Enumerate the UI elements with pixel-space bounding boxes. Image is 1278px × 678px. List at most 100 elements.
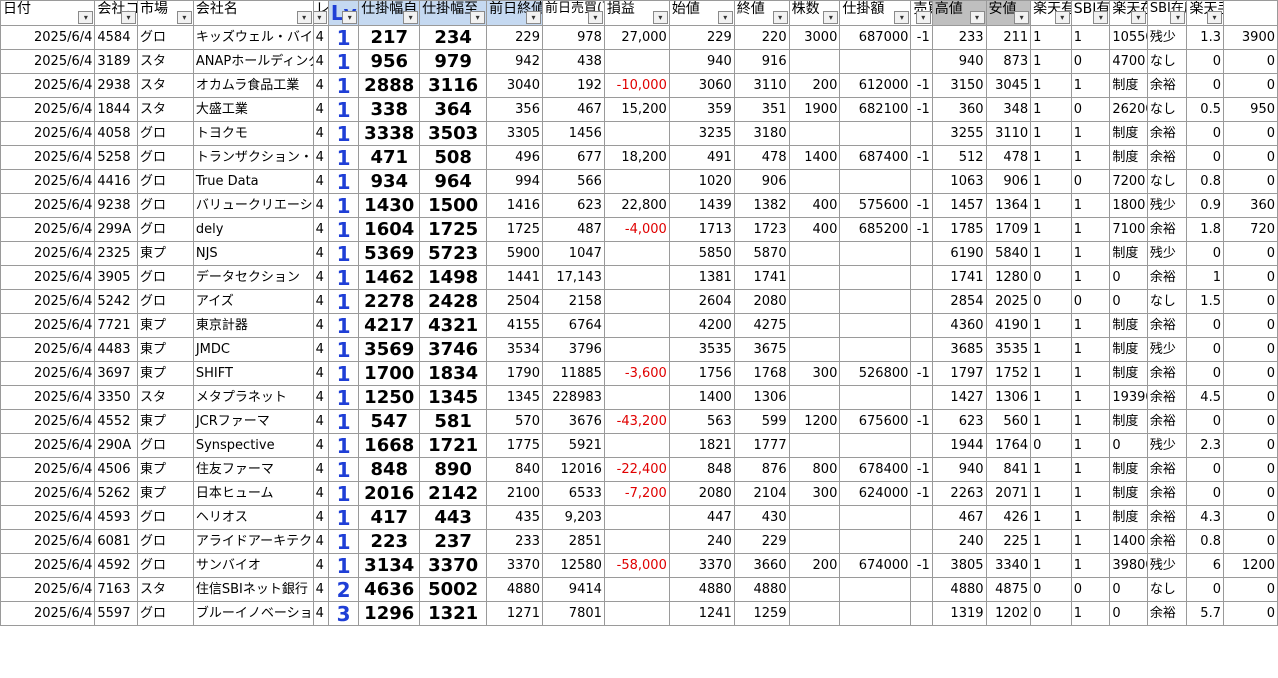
cell-prevvol[interactable]: 978: [541, 25, 605, 50]
cell-rakuten[interactable]: 1: [1030, 553, 1072, 578]
cell-prevvol[interactable]: 17,143: [541, 265, 605, 290]
cell-pl[interactable]: [603, 529, 670, 554]
cell-prevvol[interactable]: 7801: [541, 601, 605, 626]
cell-lv[interactable]: 1: [327, 25, 360, 50]
filter-dropdown-icon[interactable]: ▾: [1170, 11, 1186, 24]
column-header-prevclose[interactable]: 前日終値 ▾: [486, 0, 543, 26]
cell-side[interactable]: [910, 337, 933, 362]
cell-fee2[interactable]: 0: [1222, 121, 1278, 146]
cell-sbi[interactable]: 1: [1070, 409, 1111, 434]
cell-name[interactable]: オカムラ食品工業: [192, 73, 314, 98]
cell-code[interactable]: 4593: [94, 505, 139, 530]
cell-open[interactable]: 2080: [668, 481, 735, 506]
cell-side[interactable]: [910, 313, 933, 338]
cell-name[interactable]: メタプラネット: [192, 385, 314, 410]
cell-sbi[interactable]: 1: [1070, 193, 1111, 218]
cell-date[interactable]: 2025/6/4: [0, 145, 96, 170]
cell-sbi[interactable]: 1: [1070, 529, 1111, 554]
column-header-code[interactable]: 会社コード▾: [94, 0, 139, 26]
cell-high[interactable]: 1457: [931, 193, 987, 218]
cell-sbi[interactable]: 1: [1070, 313, 1111, 338]
cell-sstock[interactable]: なし: [1146, 97, 1188, 122]
cell-market[interactable]: スタ: [137, 73, 194, 98]
cell-sstock[interactable]: 余裕: [1146, 529, 1188, 554]
cell-code[interactable]: 5597: [94, 601, 139, 626]
cell-high[interactable]: 1944: [931, 433, 987, 458]
cell-fee[interactable]: 0: [1186, 361, 1224, 386]
cell-low[interactable]: 4190: [985, 313, 1032, 338]
cell-lv[interactable]: 1: [327, 433, 360, 458]
cell-shares[interactable]: 400: [788, 217, 841, 242]
cell-to[interactable]: 1345: [419, 385, 488, 410]
cell-sbi[interactable]: 1: [1070, 481, 1111, 506]
cell-low[interactable]: 211: [985, 25, 1032, 50]
cell-shares[interactable]: 800: [788, 457, 841, 482]
cell-lv[interactable]: 3: [327, 601, 360, 626]
column-header-prevvol[interactable]: 前日売買(百万円)▾: [541, 0, 605, 26]
cell-market[interactable]: グロ: [137, 25, 194, 50]
cell-pl[interactable]: -58,000: [603, 553, 670, 578]
cell-shares[interactable]: [788, 265, 841, 290]
cell-from[interactable]: 956: [358, 49, 421, 74]
cell-open[interactable]: 3535: [668, 337, 735, 362]
filter-dropdown-icon[interactable]: ▾: [1130, 11, 1146, 24]
cell-code[interactable]: 5242: [94, 289, 139, 314]
column-header-fee[interactable]: 楽天手数料▾: [1186, 0, 1224, 26]
filter-dropdown-icon[interactable]: ▾: [772, 11, 788, 24]
cell-sbi[interactable]: 1: [1070, 121, 1111, 146]
cell-rstock[interactable]: 7200: [1109, 169, 1148, 194]
cell-high[interactable]: 3685: [931, 337, 987, 362]
cell-market[interactable]: グロ: [137, 433, 194, 458]
cell-prevvol[interactable]: 12016: [541, 457, 605, 482]
cell-rakuten[interactable]: 1: [1030, 217, 1072, 242]
cell-pl[interactable]: 22,800: [603, 193, 670, 218]
cell-fee[interactable]: 6: [1186, 553, 1224, 578]
cell-sstock[interactable]: なし: [1146, 49, 1188, 74]
cell-prevvol[interactable]: 9,203: [541, 505, 605, 530]
cell-shares[interactable]: [788, 169, 841, 194]
cell-amount[interactable]: [839, 49, 912, 74]
cell-lv[interactable]: 1: [327, 169, 360, 194]
cell-fee[interactable]: 1: [1186, 265, 1224, 290]
cell-fee[interactable]: 0: [1186, 577, 1224, 602]
cell-low[interactable]: 1709: [985, 217, 1032, 242]
cell-date[interactable]: 2025/6/4: [0, 73, 96, 98]
cell-code[interactable]: 4416: [94, 169, 139, 194]
cell-lv[interactable]: 1: [327, 49, 360, 74]
cell-pl[interactable]: -7,200: [603, 481, 670, 506]
cell-fee[interactable]: 0.9: [1186, 193, 1224, 218]
filter-dropdown-icon[interactable]: ▾: [121, 11, 137, 24]
cell-name[interactable]: バリュークリエーション: [192, 193, 314, 218]
cell-from[interactable]: 1250: [358, 385, 421, 410]
cell-le[interactable]: 4: [312, 481, 329, 506]
cell-rakuten[interactable]: 0: [1030, 289, 1072, 314]
cell-open[interactable]: 359: [668, 97, 735, 122]
cell-close[interactable]: 2080: [733, 289, 790, 314]
cell-low[interactable]: 1280: [985, 265, 1032, 290]
cell-rakuten[interactable]: 1: [1030, 97, 1072, 122]
cell-fee[interactable]: 0: [1186, 145, 1224, 170]
cell-name[interactable]: 住信SBIネット銀行: [192, 577, 314, 602]
cell-prevvol[interactable]: 2158: [541, 289, 605, 314]
cell-rakuten[interactable]: 1: [1030, 337, 1072, 362]
cell-open[interactable]: 491: [668, 145, 735, 170]
cell-side[interactable]: -1: [910, 97, 933, 122]
cell-prevclose[interactable]: 840: [486, 457, 543, 482]
cell-le[interactable]: 4: [312, 577, 329, 602]
cell-le[interactable]: 4: [312, 313, 329, 338]
cell-low[interactable]: 873: [985, 49, 1032, 74]
cell-name[interactable]: True Data: [192, 169, 314, 194]
cell-shares[interactable]: 300: [788, 481, 841, 506]
cell-le[interactable]: 4: [312, 25, 329, 50]
cell-close[interactable]: 430: [733, 505, 790, 530]
column-header-to[interactable]: 仕掛幅至 ▾: [419, 0, 488, 26]
cell-prevvol[interactable]: 6533: [541, 481, 605, 506]
cell-le[interactable]: 4: [312, 433, 329, 458]
cell-side[interactable]: [910, 433, 933, 458]
cell-prevvol[interactable]: 467: [541, 97, 605, 122]
cell-pl[interactable]: 18,200: [603, 145, 670, 170]
cell-amount[interactable]: [839, 289, 912, 314]
cell-prevvol[interactable]: 9414: [541, 577, 605, 602]
cell-market[interactable]: グロ: [137, 145, 194, 170]
cell-date[interactable]: 2025/6/4: [0, 217, 96, 242]
